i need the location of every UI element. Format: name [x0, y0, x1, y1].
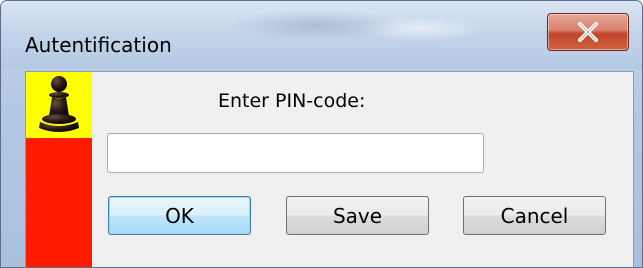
close-x-icon: [578, 22, 598, 42]
side-banner-top: [26, 72, 92, 138]
pin-code-input[interactable]: [107, 133, 484, 173]
pin-prompt-label: Enter PIN-code:: [218, 90, 366, 112]
close-button[interactable]: [547, 13, 629, 51]
save-button[interactable]: Save: [286, 196, 429, 235]
dialog-body: Enter PIN-code: OK Save Cancel: [25, 71, 634, 267]
chess-pawn-icon: [39, 76, 79, 132]
window-title: Autentification: [25, 33, 172, 57]
side-banner: [26, 72, 92, 267]
ok-button[interactable]: OK: [108, 196, 251, 235]
autentification-dialog: Autentification Enter PIN-code: OK Save …: [0, 0, 643, 268]
cancel-button[interactable]: Cancel: [463, 196, 606, 235]
